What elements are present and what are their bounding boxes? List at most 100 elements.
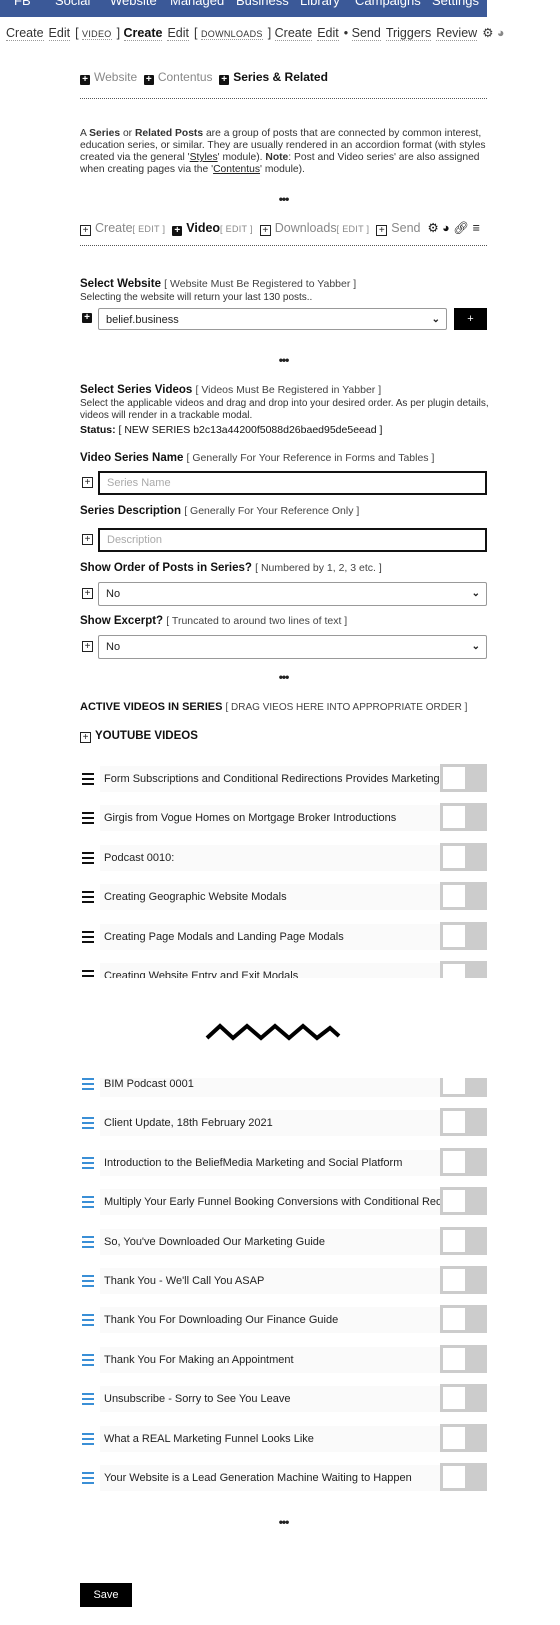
video-list-item[interactable]: Client Update, 18th February 2021 [80, 1108, 487, 1138]
tab-series-related[interactable]: Series & Related [233, 70, 328, 84]
drag-handle-icon[interactable] [82, 1078, 94, 1093]
video-list-item[interactable]: Creating Website Entry and Exit Modals [80, 961, 487, 978]
toggle-switch[interactable] [440, 961, 487, 978]
toggle-switch[interactable] [440, 1344, 487, 1373]
video-list-item[interactable]: Thank You For Making an Appointment [80, 1344, 487, 1375]
video-list-item[interactable]: Girgis from Vogue Homes on Mortgage Brok… [80, 803, 487, 833]
triggers-link[interactable]: Triggers [385, 26, 432, 41]
plus-box-icon[interactable]: + [82, 477, 93, 488]
toggle-switch[interactable] [440, 1305, 487, 1334]
contentus-link[interactable]: Contentus [213, 164, 260, 175]
nav-business[interactable]: Business [236, 0, 289, 8]
video-list-item[interactable]: Thank You For Downloading Our Finance Gu… [80, 1305, 487, 1335]
show-excerpt-select[interactable]: No ⌄ [98, 635, 487, 659]
toggle-switch[interactable] [440, 921, 487, 950]
drag-handle-icon[interactable] [82, 1196, 94, 1211]
tab-send[interactable]: Send [391, 221, 420, 235]
send-link[interactable]: Send [351, 26, 381, 41]
series-desc-input[interactable]: Description [98, 528, 487, 552]
drag-handle-icon[interactable] [82, 1235, 94, 1251]
video-list-item[interactable]: So, You've Downloaded Our Marketing Guid… [80, 1226, 487, 1257]
toggle-switch[interactable] [440, 882, 487, 911]
downloads-link[interactable]: DOWNLOADS [200, 29, 263, 40]
edit-link[interactable]: Edit [167, 26, 189, 41]
drag-handle-icon[interactable] [82, 773, 94, 788]
video-list-item[interactable]: Unsubscribe - Sorry to See You Leave [80, 1384, 487, 1414]
nav-settings[interactable]: Settings [432, 0, 479, 8]
nav-social[interactable]: Social [55, 0, 90, 8]
drag-handle-icon[interactable] [82, 891, 94, 906]
save-button[interactable]: Save [80, 1583, 132, 1607]
toggle-switch[interactable] [440, 1187, 487, 1216]
pie-chart-icon[interactable]: ◕ [497, 26, 505, 40]
toggle-switch[interactable] [440, 1384, 487, 1413]
plus-box-icon[interactable]: + [82, 641, 93, 652]
video-list-item[interactable]: What a REAL Marketing Funnel Looks Like [80, 1423, 487, 1454]
video-link[interactable]: VIDEO [82, 29, 112, 40]
drag-handle-icon[interactable] [82, 1117, 94, 1132]
edit-link[interactable]: Edit [317, 26, 339, 41]
toggle-switch[interactable] [440, 1078, 487, 1097]
video-list-item[interactable]: Thank You - We'll Call You ASAP [80, 1266, 487, 1296]
nav-library[interactable]: Library [300, 0, 340, 8]
edit-link[interactable]: Edit [48, 26, 71, 41]
series-name-input[interactable]: Series Name [98, 471, 487, 495]
create-link-active[interactable]: Create [123, 26, 163, 41]
tab-downloads[interactable]: Downloads [275, 221, 337, 235]
drag-handle-icon[interactable] [82, 1393, 94, 1408]
drag-handle-icon[interactable] [82, 1432, 94, 1448]
website-select-box[interactable]: belief.business ⌄ [98, 308, 447, 330]
toggle-switch[interactable] [440, 1147, 487, 1176]
create-link[interactable]: Create [274, 26, 313, 41]
tab-website[interactable]: Website [94, 70, 137, 84]
toggle-switch[interactable] [440, 1266, 487, 1294]
add-website-button[interactable]: + [454, 308, 487, 330]
nav-website[interactable]: Website [110, 0, 157, 8]
tab-contentus[interactable]: Contentus [158, 70, 213, 84]
website-select[interactable]: + belief.business ⌄ [80, 308, 447, 330]
drag-handle-icon[interactable] [82, 851, 94, 867]
nav-managed[interactable]: Managed [170, 0, 224, 8]
video-list-item[interactable]: Form Subscriptions and Conditional Redir… [80, 764, 487, 794]
link-icon[interactable]: 🔗︎ [453, 221, 469, 235]
youtube-videos-group[interactable]: + YOUTUBE VIDEOS [80, 730, 198, 743]
drag-handle-icon[interactable] [82, 812, 94, 827]
drag-handle-icon[interactable] [82, 1156, 94, 1172]
video-list-item[interactable]: Multiply Your Early Funnel Booking Conve… [80, 1187, 487, 1217]
edit-link[interactable]: [ EDIT ] [220, 224, 253, 234]
edit-link[interactable]: [ EDIT ] [133, 224, 166, 234]
toggle-switch[interactable] [440, 1423, 487, 1452]
tab-create[interactable]: Create [95, 221, 133, 235]
drag-handle-icon[interactable] [82, 1353, 94, 1369]
drag-handle-icon[interactable] [82, 930, 94, 946]
tab-video[interactable]: Video [186, 221, 220, 235]
toggle-switch[interactable] [440, 1463, 487, 1491]
show-order-select[interactable]: No ⌄ [98, 582, 487, 606]
video-list-item[interactable]: BIM Podcast 0001 [80, 1078, 487, 1099]
pie-chart-icon[interactable]: ◕ [442, 221, 450, 235]
video-list-item[interactable]: Podcast 0010: [80, 842, 487, 873]
toggle-switch[interactable] [440, 764, 487, 792]
toggle-switch[interactable] [440, 842, 487, 871]
plus-box-icon[interactable]: + [82, 588, 93, 599]
toggle-switch[interactable] [440, 1226, 487, 1255]
review-link[interactable]: Review [436, 26, 478, 41]
drag-handle-icon[interactable] [82, 1275, 94, 1290]
video-list-item[interactable]: Creating Geographic Website Modals [80, 882, 487, 912]
video-list-item[interactable]: Your Website is a Lead Generation Machin… [80, 1463, 487, 1493]
gear-icon[interactable]: ⚙ [482, 26, 493, 40]
video-list-item[interactable]: Creating Page Modals and Landing Page Mo… [80, 921, 487, 952]
create-link[interactable]: Create [6, 26, 44, 41]
toggle-switch[interactable] [440, 1108, 487, 1137]
plus-box-icon[interactable]: + [82, 534, 93, 545]
menu-icon[interactable]: ≡ [473, 221, 480, 235]
video-list-item[interactable]: Introduction to the BeliefMedia Marketin… [80, 1147, 487, 1178]
drag-handle-icon[interactable] [82, 1472, 94, 1487]
gear-icon[interactable]: ⚙ [427, 221, 438, 235]
toggle-switch[interactable] [440, 803, 487, 832]
drag-handle-icon[interactable] [82, 1314, 94, 1329]
edit-link[interactable]: [ EDIT ] [337, 224, 370, 234]
styles-link[interactable]: Styles [190, 152, 218, 163]
nav-campaigns[interactable]: Campaigns [355, 0, 421, 8]
nav-fb[interactable]: FB [14, 0, 31, 8]
